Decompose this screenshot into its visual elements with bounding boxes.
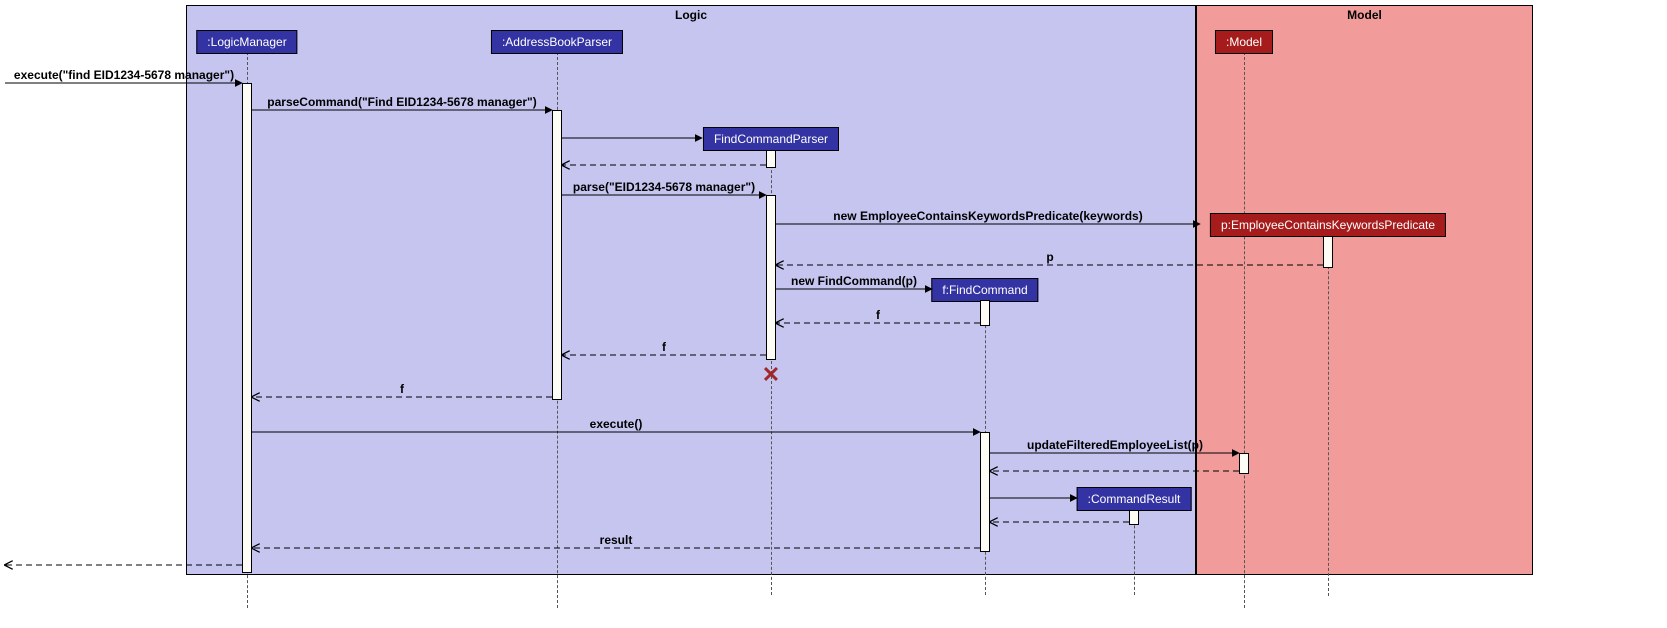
frame-logic: Logic — [186, 5, 1196, 575]
activation-logic-manager — [242, 83, 252, 573]
participant-find-command-parser: FindCommandParser — [703, 127, 839, 151]
activation-abp — [552, 110, 562, 400]
msg-execute-cmd: execute() — [590, 417, 643, 431]
frame-model-label: Model — [1341, 6, 1388, 24]
participant-predicate: p:EmployeeContainsKeywordsPredicate — [1210, 213, 1446, 237]
frame-model: Model — [1196, 5, 1533, 575]
msg-new-predicate: new EmployeeContainsKeywordsPredicate(ke… — [833, 209, 1142, 223]
participant-address-book-parser: :AddressBookParser — [491, 30, 623, 54]
msg-update-filtered: updateFilteredEmployeeList(p) — [1027, 438, 1203, 452]
msg-parse-command: parseCommand("Find EID1234-5678 manager"… — [267, 95, 536, 109]
activation-find-command-1 — [980, 300, 990, 326]
activation-command-result — [1129, 510, 1139, 525]
activation-fcp-2 — [766, 195, 776, 360]
participant-find-command: f:FindCommand — [931, 278, 1038, 302]
participant-model: :Model — [1215, 30, 1273, 54]
msg-return-f1: f — [876, 308, 880, 322]
msg-new-find-command: new FindCommand(p) — [791, 274, 917, 288]
participant-command-result: :CommandResult — [1077, 487, 1192, 511]
msg-return-f3: f — [400, 382, 404, 396]
msg-result: result — [600, 533, 633, 547]
activation-fcp-1 — [766, 150, 776, 168]
activation-predicate — [1323, 236, 1333, 268]
msg-execute: execute("find EID1234-5678 manager") — [14, 68, 234, 82]
participant-logic-manager: :LogicManager — [196, 30, 297, 54]
msg-return-p: p — [1046, 250, 1053, 264]
msg-return-f2: f — [662, 340, 666, 354]
lifeline-predicate — [1328, 236, 1329, 596]
msg-parse: parse("EID1234-5678 manager") — [573, 180, 755, 194]
sequence-diagram: Logic Model :LogicManager :AddressBookPa… — [0, 0, 1667, 628]
activation-find-command-2 — [980, 432, 990, 552]
destroy-icon: ✕ — [762, 362, 780, 388]
frame-logic-label: Logic — [669, 6, 713, 24]
activation-model — [1239, 453, 1249, 474]
lifeline-model — [1244, 52, 1245, 608]
